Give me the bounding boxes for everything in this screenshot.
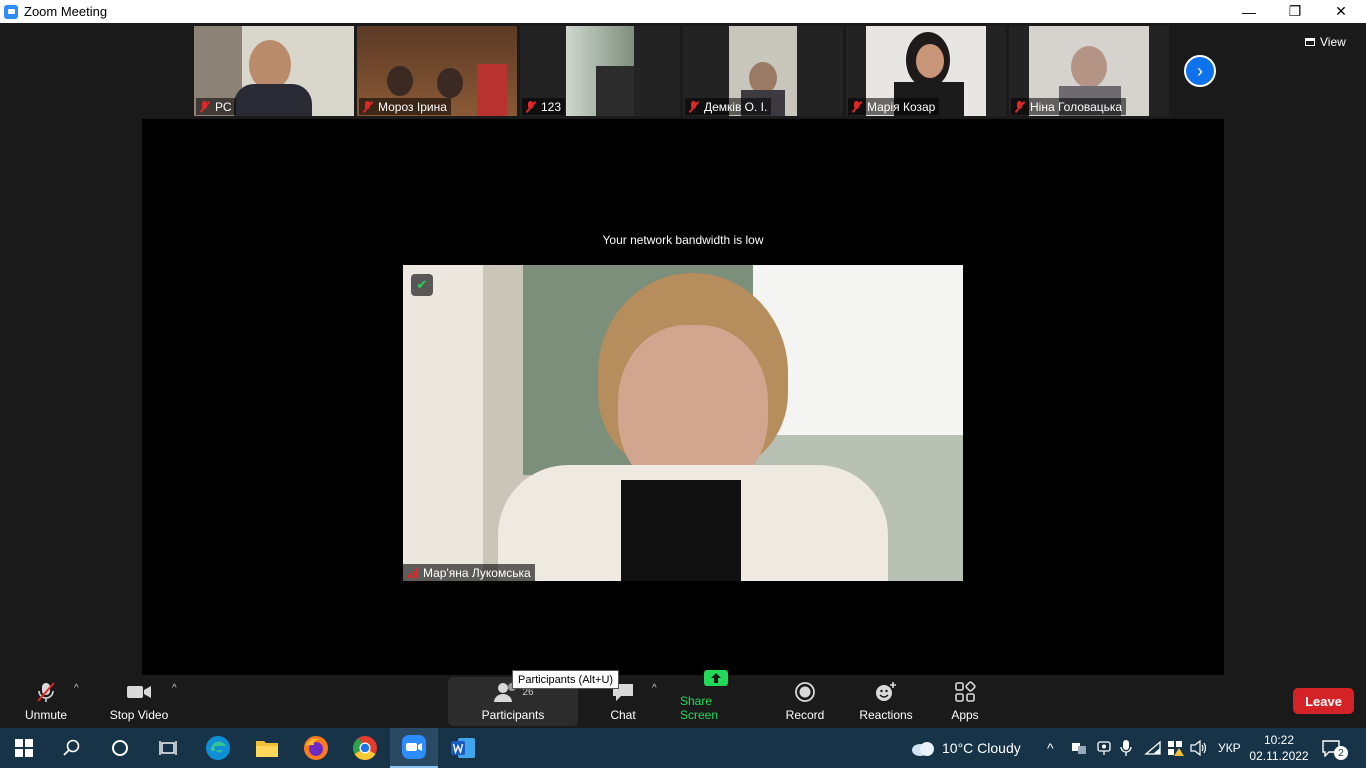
chevron-up-icon: ^	[1047, 740, 1054, 756]
meeting-toolbar: Unmute ^ Stop Video ^ 26 Participants ^ …	[0, 670, 1366, 728]
network-warning-icon	[1168, 741, 1184, 756]
mic-muted-icon	[851, 100, 862, 113]
title-bar: Zoom Meeting — ❐ ✕	[0, 0, 1366, 23]
edge-icon	[206, 736, 230, 760]
restore-button[interactable]: ❐	[1272, 0, 1318, 23]
chevron-right-icon: ›	[1197, 60, 1203, 81]
close-button[interactable]: ✕	[1318, 0, 1364, 23]
camera-tray-icon[interactable]	[1096, 728, 1112, 768]
video-options-caret[interactable]: ^	[172, 683, 177, 694]
participant-tile[interactable]: Ніна Головацька	[1009, 26, 1169, 116]
unmute-button[interactable]: Unmute	[16, 675, 76, 728]
participant-tile[interactable]: Марія Козар	[846, 26, 1006, 116]
meeting-stage: РС Мороз Ірина 123 Демків О. І. Марія Ко…	[0, 23, 1366, 675]
mic-muted-icon	[1014, 100, 1025, 113]
view-grid-icon	[1305, 38, 1315, 46]
cortana-circle-icon	[112, 740, 128, 756]
wifi-tray-icon[interactable]	[1144, 728, 1162, 768]
participant-name-label: Демків О. І.	[685, 98, 772, 115]
input-language-button[interactable]: УКР	[1218, 728, 1241, 768]
share-screen-icon	[703, 667, 729, 689]
participant-name-label: Марія Козар	[848, 98, 940, 115]
cloud-icon	[912, 742, 934, 756]
signal-bars-icon	[407, 567, 418, 578]
word-taskbar-button[interactable]	[439, 728, 487, 768]
participant-name-label: Ніна Головацька	[1011, 98, 1127, 115]
record-button[interactable]: Record	[782, 675, 828, 728]
shield-check-icon: ✔	[411, 274, 433, 296]
clock[interactable]: 10:22 02.11.2022	[1249, 728, 1308, 768]
camera-icon	[126, 681, 152, 703]
microphone-tray-icon[interactable]	[1120, 728, 1132, 768]
audio-options-caret[interactable]: ^	[74, 683, 79, 694]
wifi-icon	[1144, 740, 1161, 755]
mic-muted-icon	[35, 681, 57, 703]
record-icon	[794, 681, 816, 703]
mic-muted-icon	[362, 100, 373, 113]
bandwidth-notice: Your network bandwidth is low	[602, 233, 764, 247]
speaker-icon	[1190, 740, 1207, 756]
participant-strip: РС Мороз Ірина 123 Демків О. І. Марія Ко…	[194, 26, 1172, 116]
volume-tray-icon[interactable]	[1190, 728, 1208, 768]
apps-button[interactable]: Apps	[944, 675, 986, 728]
reactions-button[interactable]: Reactions	[856, 675, 916, 728]
search-button[interactable]	[48, 728, 96, 768]
folder-icon	[256, 741, 278, 757]
start-button[interactable]	[0, 728, 48, 768]
next-page-button[interactable]: ›	[1184, 55, 1216, 87]
notification-count-badge: 2	[1334, 746, 1348, 760]
notifications-button[interactable]: 2	[1322, 728, 1356, 768]
security-tray-icon[interactable]	[1166, 728, 1184, 768]
zoom-app-icon	[4, 4, 18, 19]
zoom-taskbar-button[interactable]	[390, 728, 438, 768]
webcam-icon	[1097, 741, 1111, 755]
apps-icon	[954, 681, 976, 703]
weather-widget[interactable]: 10°C Cloudy	[910, 728, 1021, 768]
active-speaker-area: Your network bandwidth is low ✔ Мар'яна …	[142, 119, 1224, 675]
participant-tile[interactable]: Мороз Ірина	[357, 26, 517, 116]
stop-video-button[interactable]: Stop Video	[106, 675, 172, 728]
window-title: Zoom Meeting	[24, 4, 108, 19]
share-screen-button[interactable]: Share Screen	[680, 670, 752, 728]
zoom-icon	[402, 735, 426, 759]
leave-button[interactable]: Leave	[1293, 688, 1354, 714]
firefox-icon	[304, 736, 328, 760]
participants-tooltip: Participants (Alt+U)	[512, 670, 620, 689]
network-devices-icon	[1072, 743, 1086, 754]
minimize-button[interactable]: —	[1226, 0, 1272, 23]
edge-taskbar-button[interactable]	[194, 728, 242, 768]
microphone-icon	[1120, 740, 1132, 756]
participant-tile[interactable]: 123	[520, 26, 680, 116]
view-button[interactable]: View	[1305, 35, 1346, 49]
participant-tile[interactable]: РС	[194, 26, 354, 116]
chat-options-caret[interactable]: ^	[652, 683, 657, 694]
participant-name-label: 123	[522, 98, 566, 115]
word-icon	[451, 738, 475, 758]
windows-logo-icon	[15, 739, 33, 757]
tray-app-icon[interactable]	[1071, 728, 1087, 768]
smiley-plus-icon	[874, 681, 898, 703]
participant-name-label: РС	[196, 98, 236, 115]
chrome-icon	[353, 736, 377, 761]
task-view-icon	[159, 741, 177, 755]
show-hidden-icons-button[interactable]: ^	[1047, 728, 1054, 768]
active-speaker-name-label: Мар'яна Лукомська	[403, 564, 535, 581]
participant-tile[interactable]: Демків О. І.	[683, 26, 843, 116]
chrome-taskbar-button[interactable]	[341, 728, 389, 768]
cortana-button[interactable]	[96, 728, 144, 768]
active-speaker-video[interactable]: ✔ Мар'яна Лукомська	[403, 265, 963, 581]
mic-muted-icon	[688, 100, 699, 113]
mic-muted-icon	[199, 100, 210, 113]
mic-muted-icon	[525, 100, 536, 113]
participant-name-label: Мороз Ірина	[359, 98, 451, 115]
file-explorer-taskbar-button[interactable]	[243, 728, 291, 768]
participant-video	[566, 26, 634, 116]
task-view-button[interactable]	[144, 728, 192, 768]
search-icon	[63, 739, 80, 756]
firefox-taskbar-button[interactable]	[292, 728, 340, 768]
windows-taskbar: 10°C Cloudy ^ УКР 10:22 02.11.2022 2	[0, 728, 1366, 768]
